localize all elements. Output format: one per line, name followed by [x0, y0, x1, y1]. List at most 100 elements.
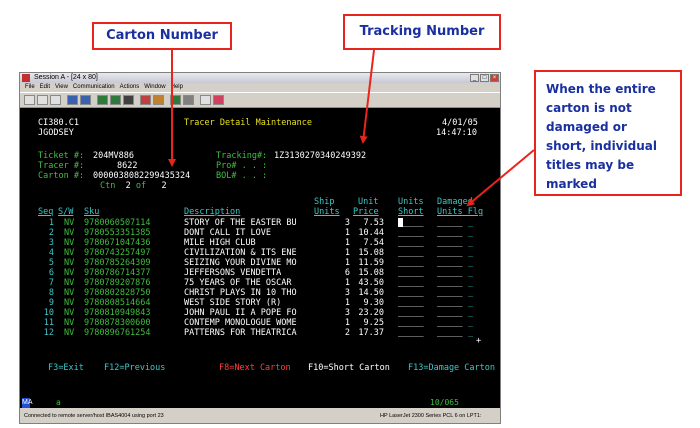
menu-communication[interactable]: Communication: [73, 84, 115, 90]
carton-number-callout: Carton Number: [92, 22, 232, 50]
cell-seq: 7: [48, 278, 54, 288]
minimize-button[interactable]: _: [470, 74, 479, 82]
cell-sku: 9780789207876: [84, 278, 151, 288]
damaged-units-input[interactable]: _____: [437, 298, 463, 308]
units-short-input[interactable]: _____: [398, 268, 424, 278]
exit-icon[interactable]: [213, 95, 224, 105]
paste-icon[interactable]: [50, 95, 61, 105]
damaged-units-input[interactable]: _____: [437, 238, 463, 248]
menu-edit[interactable]: Edit: [40, 84, 50, 90]
receive-icon[interactable]: [80, 95, 91, 105]
damage-flag-input[interactable]: _: [468, 238, 473, 248]
fkey-short-carton[interactable]: F10=Short Carton: [308, 363, 390, 373]
cell-price: 43.50: [358, 278, 384, 288]
damaged-units-input[interactable]: _____: [437, 318, 463, 328]
menu-file[interactable]: File: [25, 84, 35, 90]
damage-flag-input[interactable]: _: [468, 248, 473, 258]
header-sw: S/W: [58, 207, 74, 217]
menu-actions[interactable]: Actions: [120, 84, 140, 90]
units-short-input[interactable]: _____: [398, 328, 424, 338]
units-short-input[interactable]: _____: [398, 228, 424, 238]
cell-desc: JOHN PAUL II A POPE FO: [184, 308, 297, 318]
fkey-next-carton[interactable]: F8=Next Carton: [219, 363, 291, 373]
damaged-units-input[interactable]: _____: [437, 308, 463, 318]
damage-flag-input[interactable]: _: [468, 288, 473, 298]
damaged-units-input[interactable]: _____: [437, 288, 463, 298]
cell-price: 23.20: [358, 308, 384, 318]
units-short-input[interactable]: _____: [398, 288, 424, 298]
cell-sku: 9780810949843: [84, 308, 151, 318]
cell-sku: 9780808514664: [84, 298, 151, 308]
macro-play-icon[interactable]: [153, 95, 164, 105]
print-icon[interactable]: [24, 95, 35, 105]
carton-label: Carton #:: [38, 171, 85, 181]
program-id: CI380.C1: [38, 118, 79, 128]
menu-help[interactable]: Help: [171, 84, 183, 90]
cell-price: 7.53: [363, 218, 384, 228]
cell-price: 9.25: [363, 318, 384, 328]
units-short-input[interactable]: _____: [398, 318, 424, 328]
damaged-units-input[interactable]: _____: [437, 268, 463, 278]
units-short-input[interactable]: _____: [398, 248, 424, 258]
fkey-previous[interactable]: F12=Previous: [104, 363, 165, 373]
cell-seq: 8: [48, 288, 54, 298]
fkey-damage-carton[interactable]: F13=Damage Carton: [408, 363, 495, 373]
menu-view[interactable]: View: [55, 84, 68, 90]
terminal-screen[interactable]: CI380.C1 Tracer Detail Maintenance 4/01/…: [20, 108, 500, 398]
macro-record-icon[interactable]: [140, 95, 151, 105]
help-icon[interactable]: [200, 95, 211, 105]
header-damaged-units: Units Flg: [437, 207, 484, 217]
close-button[interactable]: ×: [490, 74, 499, 82]
status-bar: Connected to remote server/host IBAS4004…: [20, 410, 500, 423]
damaged-units-input[interactable]: _____: [437, 228, 463, 238]
cell-price: 17.37: [358, 328, 384, 338]
font-icon[interactable]: [183, 95, 194, 105]
menu-window[interactable]: Window: [144, 84, 165, 90]
damage-flag-input[interactable]: _: [468, 298, 473, 308]
damage-flag-input[interactable]: _: [468, 268, 473, 278]
damage-flag-input[interactable]: _: [468, 258, 473, 268]
damaged-units-input[interactable]: _____: [437, 218, 463, 228]
damaged-units-input[interactable]: _____: [437, 278, 463, 288]
damaged-units-input[interactable]: _____: [437, 258, 463, 268]
header-ship-units: Units: [314, 207, 340, 217]
units-short-input[interactable]: ____: [398, 218, 423, 228]
cell-sku: 9780878300600: [84, 318, 151, 328]
header-seq: Seq: [38, 207, 54, 217]
units-short-input[interactable]: _____: [398, 258, 424, 268]
cell-desc: CHRIST PLAYS IN 10 THO: [184, 288, 297, 298]
damage-flag-input[interactable]: _: [468, 228, 473, 238]
units-short-input[interactable]: _____: [398, 278, 424, 288]
settings-icon[interactable]: [170, 95, 181, 105]
carton-value: 0000038082299435324: [93, 171, 190, 181]
damage-flag-input[interactable]: _: [468, 318, 473, 328]
user-id: JGODSEY: [38, 128, 74, 138]
damaged-units-input[interactable]: _____: [437, 328, 463, 338]
menu-bar: File Edit View Communication Actions Window He…: [20, 83, 500, 92]
cell-sku: 9780802828750: [84, 288, 151, 298]
maximize-button[interactable]: □: [480, 74, 489, 82]
color-icon[interactable]: [110, 95, 121, 105]
damage-flag-input[interactable]: _: [468, 308, 473, 318]
damage-flag-input[interactable]: _: [468, 328, 473, 338]
units-short-input[interactable]: _____: [398, 298, 424, 308]
send-icon[interactable]: [67, 95, 78, 105]
units-short-input[interactable]: _____: [398, 308, 424, 318]
copy-icon[interactable]: [37, 95, 48, 105]
units-short-input[interactable]: _____: [398, 238, 424, 248]
cell-sw: NV: [64, 228, 75, 238]
damage-flag-input[interactable]: _: [468, 218, 473, 228]
keypad-icon[interactable]: [123, 95, 134, 105]
display-icon[interactable]: [97, 95, 108, 105]
ctn-of: of: [135, 181, 147, 191]
header-damaged: Damaged: [437, 197, 473, 207]
carton-number-tail: 24: [180, 171, 191, 181]
fkey-exit[interactable]: F3=Exit: [48, 363, 84, 373]
cell-sw: NV: [64, 288, 75, 298]
cell-units: 1: [344, 258, 350, 268]
more-indicator: +: [476, 336, 482, 346]
cell-price: 7.54: [363, 238, 384, 248]
damage-flag-input[interactable]: _: [468, 278, 473, 288]
damaged-units-input[interactable]: _____: [437, 248, 463, 258]
tracer-value: 8622: [117, 161, 138, 171]
